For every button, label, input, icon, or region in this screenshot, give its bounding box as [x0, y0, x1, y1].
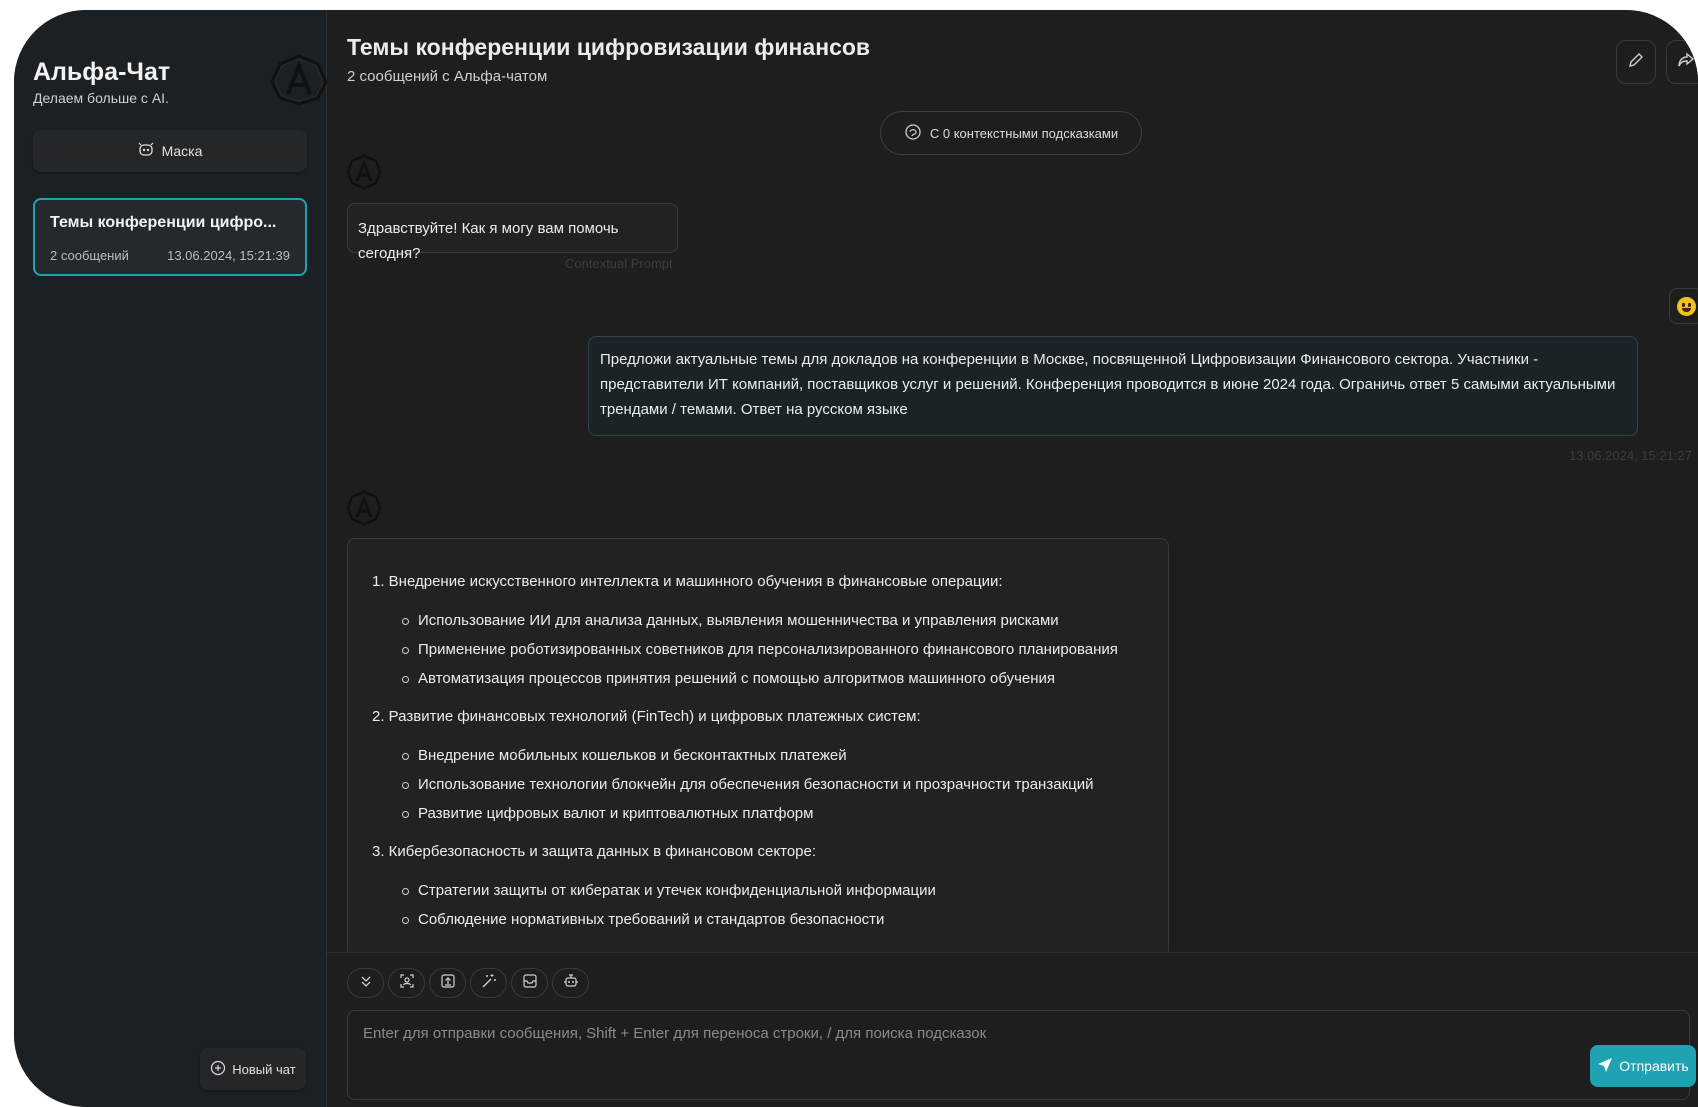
- context-button[interactable]: [388, 968, 425, 998]
- bot-avatar-icon: [346, 490, 382, 526]
- response-heading: 1. Внедрение искусственного интеллекта и…: [372, 573, 1003, 590]
- context-pill-label: С 0 контекстными подсказками: [929, 125, 1119, 141]
- new-chat-label: Новый чат: [232, 1061, 296, 1077]
- magic-icon: [481, 973, 497, 994]
- mask-label: Маска: [161, 143, 203, 159]
- user-message-bubble: Предложи актуальные темы для докладов на…: [588, 336, 1638, 436]
- context-prompts-pill[interactable]: С 0 контекстными подсказками: [880, 111, 1142, 155]
- list-item: Автоматизация процессов принятия решений…: [402, 664, 1145, 693]
- scroll-down-icon: [359, 974, 373, 993]
- response-list: Использование ИИ для анализа данных, выя…: [402, 606, 1145, 693]
- chat-list-item[interactable]: Темы конференции цифро... 2 сообщений 13…: [33, 198, 307, 276]
- list-item: Развитие цифровых валют и криптовалютных…: [402, 799, 1145, 828]
- edit-icon: [1627, 51, 1645, 74]
- send-label: Отправить: [1619, 1058, 1689, 1074]
- bot-response-bubble: 1. Внедрение искусственного интеллекта и…: [347, 538, 1169, 958]
- user-avatar: [1669, 288, 1698, 324]
- message-input[interactable]: Enter для отправки сообщения, Shift + En…: [347, 1010, 1690, 1100]
- upload-icon: [440, 973, 456, 994]
- list-item: Внедрение мобильных кошельков и бесконта…: [402, 741, 1145, 770]
- list-item: Использование технологии блокчейн для об…: [402, 770, 1145, 799]
- response-list: Стратегии защиты от кибератак и утечек к…: [402, 876, 1145, 934]
- smiley-face-icon: [1676, 296, 1696, 316]
- brand-title: Альфа-Чат: [33, 58, 171, 86]
- chat-main: Темы конференции цифровизации финансов 2…: [327, 10, 1698, 1107]
- brand-subtitle: Делаем больше с AI.: [33, 90, 169, 106]
- mask-button[interactable]: Маска: [33, 130, 307, 172]
- user-message-time: 13.06.2024, 15:21:27: [1569, 448, 1692, 463]
- archive-button[interactable]: [511, 968, 548, 998]
- send-icon: [1597, 1057, 1613, 1076]
- send-button[interactable]: Отправить: [1590, 1045, 1696, 1087]
- archive-icon: [522, 973, 538, 994]
- magic-button[interactable]: [470, 968, 507, 998]
- sidebar: Альфа-Чат Делаем больше с AI. Маска Темы…: [14, 10, 328, 1107]
- mask-icon: [138, 142, 154, 161]
- chat-item-count: 2 сообщений: [50, 248, 129, 263]
- response-list: Внедрение мобильных кошельков и бесконта…: [402, 741, 1145, 828]
- response-heading: 2. Развитие финансовых технологий (FinTe…: [372, 708, 921, 725]
- bot-message-bubble: Здравствуйте! Как я могу вам помочь сего…: [347, 203, 678, 262]
- upload-button[interactable]: [429, 968, 466, 998]
- contextual-prompt-label: Contextual Prompt: [565, 256, 673, 271]
- brand-logo-icon: [262, 54, 336, 106]
- share-button[interactable]: [1666, 40, 1698, 84]
- scroll-down-button[interactable]: [347, 968, 384, 998]
- response-heading: 3. Кибербезопасность и защита данных в ф…: [372, 843, 817, 860]
- page-title: Темы конференции цифровизации финансов: [347, 34, 871, 60]
- context-icon: [399, 973, 415, 994]
- list-item: Применение роботизированных советников д…: [402, 635, 1145, 664]
- bot-avatar-icon: [346, 154, 382, 190]
- chat-item-title: Темы конференции цифро...: [50, 214, 277, 231]
- edit-button[interactable]: [1616, 40, 1656, 84]
- chat-item-time: 13.06.2024, 15:21:39: [167, 248, 290, 263]
- plus-circle-icon: [210, 1060, 226, 1079]
- list-item: Соблюдение нормативных требований и стан…: [402, 905, 1145, 934]
- app-window: Альфа-Чат Делаем больше с AI. Маска Темы…: [14, 10, 1698, 1107]
- robot-icon: [563, 973, 579, 994]
- new-chat-button[interactable]: Новый чат: [200, 1048, 306, 1090]
- input-area: Enter для отправки сообщения, Shift + En…: [327, 952, 1698, 1107]
- page-subtitle: 2 сообщений с Альфа-чатом: [347, 68, 548, 85]
- share-icon: [1677, 51, 1695, 74]
- list-item: Использование ИИ для анализа данных, выя…: [402, 606, 1145, 635]
- brain-icon: [904, 123, 922, 144]
- robot-button[interactable]: [552, 968, 589, 998]
- list-item: Стратегии защиты от кибератак и утечек к…: [402, 876, 1145, 905]
